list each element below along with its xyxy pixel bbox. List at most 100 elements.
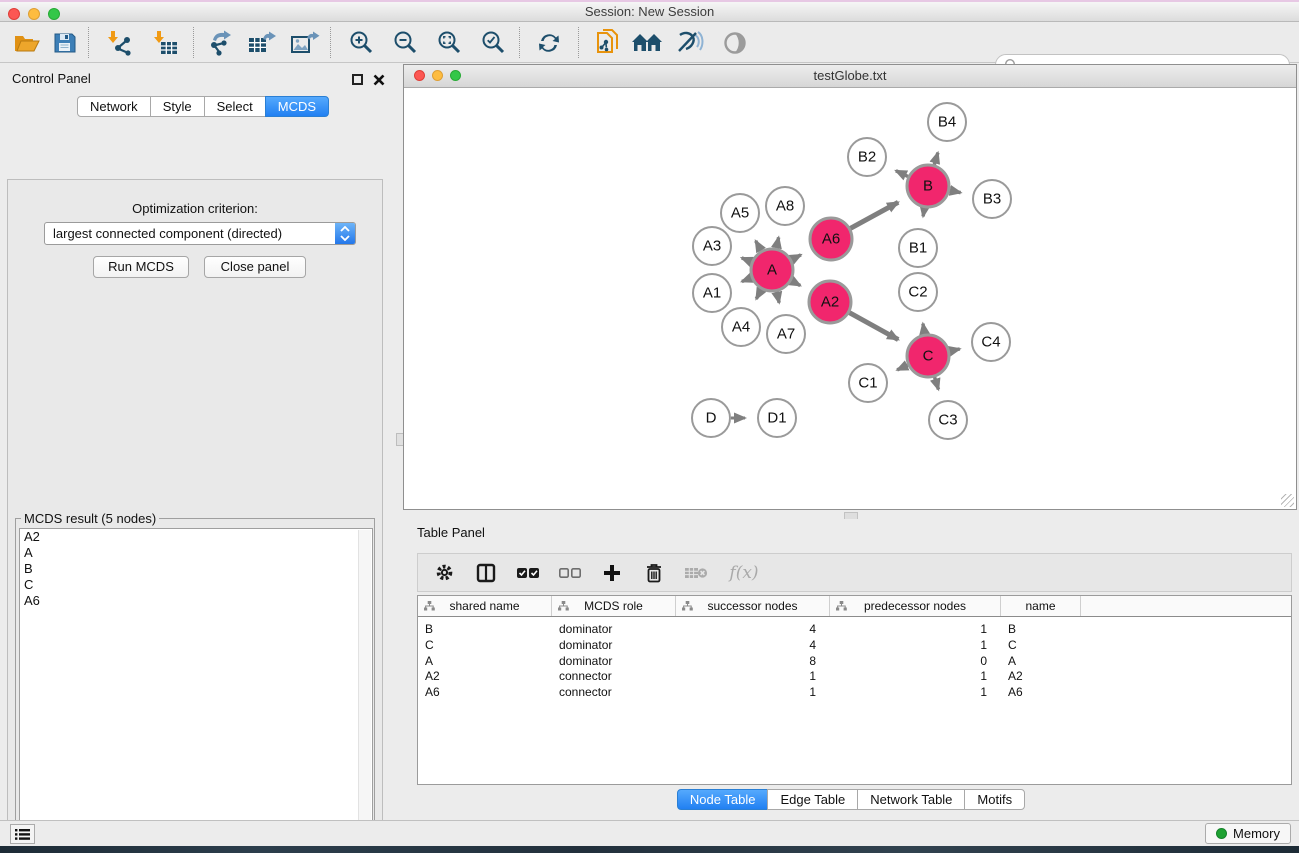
refresh-icon[interactable] <box>532 26 566 60</box>
node-A5[interactable]: A5 <box>721 194 759 232</box>
edge-B-B2[interactable] <box>896 171 908 177</box>
import-network-icon[interactable] <box>103 26 137 60</box>
edge-A-A1[interactable] <box>742 278 752 282</box>
home-icon[interactable] <box>630 26 664 60</box>
column-header-name[interactable]: name <box>1001 596 1081 616</box>
tab-motifs[interactable]: Motifs <box>964 789 1025 810</box>
node-A2[interactable]: A2 <box>809 281 851 323</box>
network-window-titlebar[interactable]: testGlobe.txt <box>404 65 1296 88</box>
open-session-icon[interactable] <box>10 26 44 60</box>
run-mcds-button[interactable]: Run MCDS <box>93 256 189 278</box>
node-A[interactable]: A <box>751 249 793 291</box>
deselect-all-rows-icon[interactable] <box>556 559 584 587</box>
delete-table-icon[interactable] <box>682 559 710 587</box>
edge-B-B4[interactable] <box>934 153 938 165</box>
edge-B-B1[interactable] <box>923 208 924 217</box>
node-B2[interactable]: B2 <box>848 138 886 176</box>
zoom-out-icon[interactable] <box>389 26 423 60</box>
tab-node-table[interactable]: Node Table <box>677 789 769 810</box>
zoom-fit-icon[interactable] <box>433 26 467 60</box>
edge-A-A3[interactable] <box>742 258 752 262</box>
node-A3[interactable]: A3 <box>693 227 731 265</box>
edge-A2-C[interactable] <box>849 313 898 340</box>
column-header-shared-name[interactable]: shared name <box>418 596 552 616</box>
table-options-gear-icon[interactable] <box>430 559 458 587</box>
import-table-icon[interactable] <box>149 26 183 60</box>
task-history-button[interactable] <box>10 824 35 844</box>
network-zoom-button[interactable] <box>450 70 461 81</box>
window-controls[interactable] <box>8 8 60 20</box>
node-A8[interactable]: A8 <box>766 187 804 225</box>
node-B3[interactable]: B3 <box>973 180 1011 218</box>
edge-B-B3[interactable] <box>950 190 961 192</box>
function-builder-icon[interactable]: f(x) <box>724 559 764 587</box>
table-row[interactable]: Cdominator41C <box>418 638 1291 654</box>
list-scrollbar[interactable] <box>358 530 371 853</box>
mcds-result-item[interactable]: C <box>20 577 372 593</box>
node-A4[interactable]: A4 <box>722 308 760 346</box>
node-table[interactable]: shared nameMCDS rolesuccessor nodesprede… <box>417 595 1292 785</box>
node-C4[interactable]: C4 <box>972 323 1010 361</box>
control-panel-close-icon[interactable] <box>373 74 385 86</box>
close-window-button[interactable] <box>8 8 20 20</box>
show-columns-icon[interactable] <box>472 559 500 587</box>
hide-graphics-details-icon[interactable] <box>673 26 707 60</box>
select-all-rows-icon[interactable] <box>514 559 542 587</box>
mcds-result-item[interactable]: B <box>20 561 372 577</box>
node-C[interactable]: C <box>907 335 949 377</box>
network-file-icon[interactable] <box>590 26 624 60</box>
network-close-button[interactable] <box>414 70 425 81</box>
save-session-icon[interactable] <box>48 26 82 60</box>
mcds-result-item[interactable]: A2 <box>20 529 372 545</box>
network-canvas[interactable]: B4B2BB3A5A8A6A3B1AA1C2A2A4A7C4CC1C3DD1 <box>404 88 1296 509</box>
tab-style[interactable]: Style <box>150 96 205 117</box>
close-panel-button[interactable]: Close panel <box>204 256 306 278</box>
node-B4[interactable]: B4 <box>928 103 966 141</box>
node-B[interactable]: B <box>907 165 949 207</box>
node-D[interactable]: D <box>692 399 730 437</box>
window-resize-grip[interactable] <box>1281 494 1294 507</box>
control-panel-float-icon[interactable] <box>352 74 363 85</box>
tab-network-table[interactable]: Network Table <box>857 789 965 810</box>
edge-A-A2[interactable] <box>791 281 800 286</box>
minimize-window-button[interactable] <box>28 8 40 20</box>
table-row[interactable]: Adominator80A <box>418 654 1291 670</box>
node-C3[interactable]: C3 <box>929 401 967 439</box>
tab-edge-table[interactable]: Edge Table <box>767 789 858 810</box>
edge-C-C1[interactable] <box>897 365 908 370</box>
node-A1[interactable]: A1 <box>693 274 731 312</box>
mcds-result-item[interactable]: A <box>20 545 372 561</box>
node-C1[interactable]: C1 <box>849 364 887 402</box>
network-graph[interactable]: B4B2BB3A5A8A6A3B1AA1C2A2A4A7C4CC1C3DD1 <box>404 88 1296 509</box>
memory-button[interactable]: Memory <box>1205 823 1291 844</box>
zoom-in-icon[interactable] <box>345 26 379 60</box>
criterion-dropdown[interactable]: largest connected component (directed) <box>44 222 356 245</box>
show-graphics-details-icon[interactable] <box>718 26 752 60</box>
tab-network[interactable]: Network <box>77 96 151 117</box>
delete-columns-icon[interactable] <box>640 559 668 587</box>
node-B1[interactable]: B1 <box>899 229 937 267</box>
table-row[interactable]: A2connector11A2 <box>418 669 1291 685</box>
edge-C-C2[interactable] <box>923 324 925 335</box>
mcds-result-item[interactable]: A6 <box>20 593 372 609</box>
export-image-icon[interactable] <box>288 26 322 60</box>
network-minimize-button[interactable] <box>432 70 443 81</box>
tab-mcds[interactable]: MCDS <box>265 96 329 117</box>
table-row[interactable]: Bdominator41B <box>418 622 1291 638</box>
export-network-icon[interactable] <box>204 26 238 60</box>
zoom-window-button[interactable] <box>48 8 60 20</box>
edge-C-C4[interactable] <box>949 349 959 351</box>
tab-select[interactable]: Select <box>204 96 266 117</box>
node-C2[interactable]: C2 <box>899 273 937 311</box>
create-column-icon[interactable] <box>598 559 626 587</box>
column-header-successor-nodes[interactable]: successor nodes <box>676 596 830 616</box>
edge-A6-B[interactable] <box>850 202 898 228</box>
mcds-result-list[interactable]: A2ABCA6 <box>19 528 373 853</box>
edge-A-A7[interactable] <box>777 291 779 302</box>
edge-A-A4[interactable] <box>756 289 761 299</box>
edge-A-A8[interactable] <box>776 237 778 248</box>
node-D1[interactable]: D1 <box>758 399 796 437</box>
edge-A-A6[interactable] <box>791 255 800 260</box>
table-row[interactable]: A6connector11A6 <box>418 685 1291 701</box>
node-A6[interactable]: A6 <box>810 218 852 260</box>
